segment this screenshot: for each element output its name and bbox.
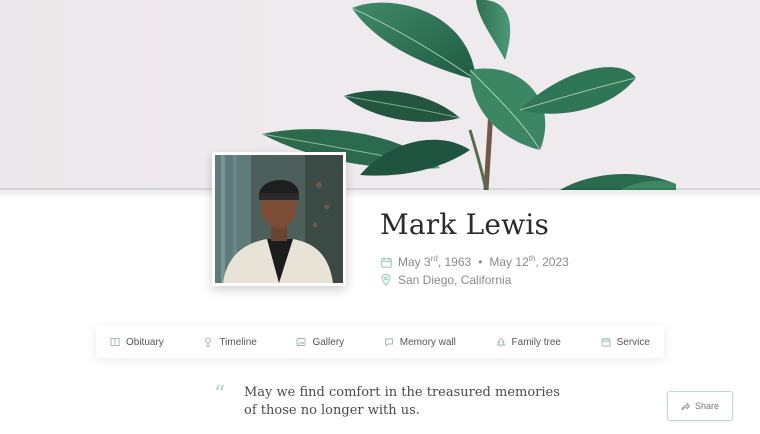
nav-item-timeline[interactable]: Timeline [203, 337, 257, 348]
date-separator: • [478, 255, 483, 269]
memorial-quote: May we find comfort in the treasured mem… [244, 385, 560, 418]
nav-item-gallery[interactable]: Gallery [296, 337, 344, 348]
memorial-page: Mark Lewis May 3rd, 1963 • May 12th, 202… [0, 0, 760, 434]
location-text: San Diego, California [398, 273, 512, 287]
nav-item-service[interactable]: Service [601, 337, 650, 348]
section-nav: Obituary Timeline Gallery Memory wall Fa… [96, 326, 664, 358]
image-icon [296, 337, 306, 347]
tree-icon [496, 337, 506, 347]
avatar [215, 155, 343, 283]
book-icon [110, 337, 120, 347]
calendar-icon [380, 256, 392, 268]
timeline-icon [203, 337, 213, 347]
nav-item-family-tree[interactable]: Family tree [496, 337, 561, 348]
calendar-icon [601, 337, 611, 347]
birth-date: May 3rd, 1963 [398, 254, 472, 270]
message-icon [384, 337, 394, 347]
share-button[interactable]: Share [667, 391, 733, 421]
hero-banner [0, 0, 760, 190]
plant-image [261, 0, 676, 190]
share-icon [681, 401, 690, 411]
death-date: May 12th, 2023 [489, 254, 569, 270]
profile-photo [212, 152, 346, 286]
life-dates: May 3rd, 1963 • May 12th, 2023 [380, 255, 569, 269]
nav-item-obituary[interactable]: Obituary [110, 337, 164, 348]
location-pin-icon [380, 274, 392, 286]
location-row: San Diego, California [380, 273, 511, 287]
nav-item-memory-wall[interactable]: Memory wall [384, 337, 456, 348]
quote-mark-icon: “ [214, 382, 226, 407]
share-label: Share [694, 401, 720, 411]
hero-divider [0, 188, 760, 198]
person-name: Mark Lewis [380, 208, 550, 241]
